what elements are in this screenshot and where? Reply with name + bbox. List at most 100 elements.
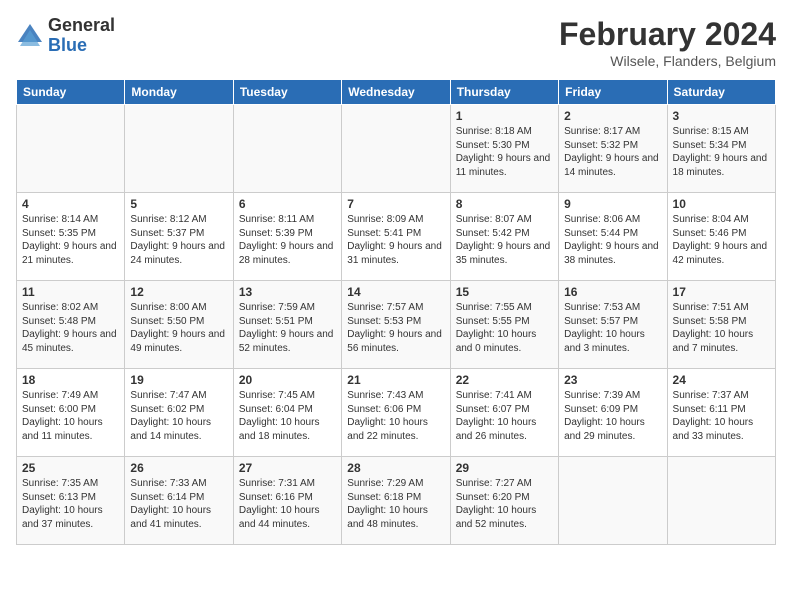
day-info: Sunrise: 8:14 AMSunset: 5:35 PMDaylight:… <box>22 213 119 267</box>
header-row: SundayMondayTuesdayWednesdayThursdayFrid… <box>17 80 776 105</box>
calendar-cell: 19 Sunrise: 7:47 AMSunset: 6:02 PMDayligh… <box>125 369 233 457</box>
calendar-cell: 16 Sunrise: 7:53 AMSunset: 5:57 PMDayligh… <box>559 281 667 369</box>
col-header-friday: Friday <box>559 80 667 105</box>
calendar-cell: 5 Sunrise: 8:12 AMSunset: 5:37 PMDaylight… <box>125 193 233 281</box>
week-row-4: 18 Sunrise: 7:49 AMSunset: 6:00 PMDayligh… <box>17 369 776 457</box>
day-number: 18 <box>22 373 119 387</box>
calendar-cell: 9 Sunrise: 8:06 AMSunset: 5:44 PMDaylight… <box>559 193 667 281</box>
col-header-monday: Monday <box>125 80 233 105</box>
week-row-3: 11Sunrise: 8:02 AMSunset: 5:48 PMDayligh… <box>17 281 776 369</box>
day-info: Sunrise: 8:17 AMSunset: 5:32 PMDaylight:… <box>564 125 661 179</box>
calendar-cell: 2 Sunrise: 8:17 AMSunset: 5:32 PMDaylight… <box>559 105 667 193</box>
calendar-cell: 18 Sunrise: 7:49 AMSunset: 6:00 PMDayligh… <box>17 369 125 457</box>
day-info: Sunrise: 7:39 AMSunset: 6:09 PMDaylight:… <box>564 389 661 443</box>
calendar-cell: 29Sunrise: 7:27 AMSunset: 6:20 PMDayligh… <box>450 457 558 545</box>
day-info: Sunrise: 7:33 AMSunset: 6:14 PMDaylight:… <box>130 477 227 531</box>
calendar-cell: 8 Sunrise: 8:07 AMSunset: 5:42 PMDaylight… <box>450 193 558 281</box>
day-number: 8 <box>456 197 553 211</box>
day-info: Sunrise: 7:49 AMSunset: 6:00 PMDaylight:… <box>22 389 119 443</box>
day-info: Sunrise: 8:18 AMSunset: 5:30 PMDaylight:… <box>456 125 553 179</box>
day-number: 21 <box>347 373 444 387</box>
day-info: Sunrise: 7:59 AMSunset: 5:51 PMDaylight:… <box>239 301 336 355</box>
day-info: Sunrise: 7:51 AMSunset: 5:58 PMDaylight:… <box>673 301 770 355</box>
day-number: 29 <box>456 461 553 475</box>
day-number: 6 <box>239 197 336 211</box>
calendar-cell <box>233 105 341 193</box>
calendar-cell: 7 Sunrise: 8:09 AMSunset: 5:41 PMDaylight… <box>342 193 450 281</box>
calendar-cell: 28Sunrise: 7:29 AMSunset: 6:18 PMDayligh… <box>342 457 450 545</box>
logo-icon <box>16 22 44 50</box>
day-info: Sunrise: 7:57 AMSunset: 5:53 PMDaylight:… <box>347 301 444 355</box>
col-header-thursday: Thursday <box>450 80 558 105</box>
col-header-tuesday: Tuesday <box>233 80 341 105</box>
calendar-table: SundayMondayTuesdayWednesdayThursdayFrid… <box>16 79 776 545</box>
day-number: 23 <box>564 373 661 387</box>
month-year: February 2024 <box>559 16 776 53</box>
day-number: 22 <box>456 373 553 387</box>
day-number: 27 <box>239 461 336 475</box>
calendar-cell: 23 Sunrise: 7:39 AMSunset: 6:09 PMDayligh… <box>559 369 667 457</box>
day-info: Sunrise: 7:43 AMSunset: 6:06 PMDaylight:… <box>347 389 444 443</box>
calendar-cell <box>125 105 233 193</box>
logo-general: General <box>48 16 115 36</box>
header: General Blue February 2024 Wilsele, Flan… <box>16 16 776 69</box>
day-info: Sunrise: 7:55 AMSunset: 5:55 PMDaylight:… <box>456 301 553 355</box>
day-number: 9 <box>564 197 661 211</box>
calendar-cell: 22 Sunrise: 7:41 AMSunset: 6:07 PMDayligh… <box>450 369 558 457</box>
day-info: Sunrise: 8:11 AMSunset: 5:39 PMDaylight:… <box>239 213 336 267</box>
calendar-cell <box>17 105 125 193</box>
day-info: Sunrise: 8:15 AMSunset: 5:34 PMDaylight:… <box>673 125 770 179</box>
day-number: 10 <box>673 197 770 211</box>
calendar-cell: 14 Sunrise: 7:57 AMSunset: 5:53 PMDayligh… <box>342 281 450 369</box>
day-info: Sunrise: 7:47 AMSunset: 6:02 PMDaylight:… <box>130 389 227 443</box>
day-info: Sunrise: 8:12 AMSunset: 5:37 PMDaylight:… <box>130 213 227 267</box>
day-number: 17 <box>673 285 770 299</box>
day-info: Sunrise: 8:04 AMSunset: 5:46 PMDaylight:… <box>673 213 770 267</box>
day-number: 13 <box>239 285 336 299</box>
col-header-sunday: Sunday <box>17 80 125 105</box>
calendar-cell: 24 Sunrise: 7:37 AMSunset: 6:11 PMDayligh… <box>667 369 775 457</box>
day-info: Sunrise: 7:45 AMSunset: 6:04 PMDaylight:… <box>239 389 336 443</box>
calendar-cell: 10 Sunrise: 8:04 AMSunset: 5:46 PMDayligh… <box>667 193 775 281</box>
calendar-cell: 4 Sunrise: 8:14 AMSunset: 5:35 PMDaylight… <box>17 193 125 281</box>
day-info: Sunrise: 7:35 AMSunset: 6:13 PMDaylight:… <box>22 477 119 531</box>
title-area: February 2024 Wilsele, Flanders, Belgium <box>559 16 776 69</box>
day-number: 16 <box>564 285 661 299</box>
day-number: 28 <box>347 461 444 475</box>
week-row-5: 25Sunrise: 7:35 AMSunset: 6:13 PMDayligh… <box>17 457 776 545</box>
day-number: 26 <box>130 461 227 475</box>
calendar-cell: 13 Sunrise: 7:59 AMSunset: 5:51 PMDayligh… <box>233 281 341 369</box>
day-info: Sunrise: 7:31 AMSunset: 6:16 PMDaylight:… <box>239 477 336 531</box>
day-info: Sunrise: 7:53 AMSunset: 5:57 PMDaylight:… <box>564 301 661 355</box>
logo-blue: Blue <box>48 36 115 56</box>
day-number: 1 <box>456 109 553 123</box>
col-header-wednesday: Wednesday <box>342 80 450 105</box>
day-number: 4 <box>22 197 119 211</box>
day-info: Sunrise: 8:02 AMSunset: 5:48 PMDaylight:… <box>22 301 119 355</box>
calendar-cell: 20Sunrise: 7:45 AMSunset: 6:04 PMDayligh… <box>233 369 341 457</box>
calendar-cell: 11Sunrise: 8:02 AMSunset: 5:48 PMDayligh… <box>17 281 125 369</box>
calendar-cell: 12Sunrise: 8:00 AMSunset: 5:50 PMDayligh… <box>125 281 233 369</box>
day-number: 19 <box>130 373 227 387</box>
day-number: 7 <box>347 197 444 211</box>
day-number: 24 <box>673 373 770 387</box>
calendar-cell: 21 Sunrise: 7:43 AMSunset: 6:06 PMDayligh… <box>342 369 450 457</box>
calendar-cell <box>559 457 667 545</box>
day-info: Sunrise: 8:09 AMSunset: 5:41 PMDaylight:… <box>347 213 444 267</box>
day-number: 3 <box>673 109 770 123</box>
calendar-cell: 26 Sunrise: 7:33 AMSunset: 6:14 PMDayligh… <box>125 457 233 545</box>
day-info: Sunrise: 7:37 AMSunset: 6:11 PMDaylight:… <box>673 389 770 443</box>
day-number: 14 <box>347 285 444 299</box>
day-info: Sunrise: 7:41 AMSunset: 6:07 PMDaylight:… <box>456 389 553 443</box>
day-info: Sunrise: 8:00 AMSunset: 5:50 PMDaylight:… <box>130 301 227 355</box>
day-number: 5 <box>130 197 227 211</box>
day-info: Sunrise: 8:06 AMSunset: 5:44 PMDaylight:… <box>564 213 661 267</box>
day-number: 15 <box>456 285 553 299</box>
calendar-cell: 25Sunrise: 7:35 AMSunset: 6:13 PMDayligh… <box>17 457 125 545</box>
calendar-cell: 17 Sunrise: 7:51 AMSunset: 5:58 PMDayligh… <box>667 281 775 369</box>
calendar-cell: 3 Sunrise: 8:15 AMSunset: 5:34 PMDaylight… <box>667 105 775 193</box>
day-info: Sunrise: 8:07 AMSunset: 5:42 PMDaylight:… <box>456 213 553 267</box>
logo: General Blue <box>16 16 115 56</box>
day-number: 2 <box>564 109 661 123</box>
calendar-cell: 1 Sunrise: 8:18 AMSunset: 5:30 PMDaylight… <box>450 105 558 193</box>
